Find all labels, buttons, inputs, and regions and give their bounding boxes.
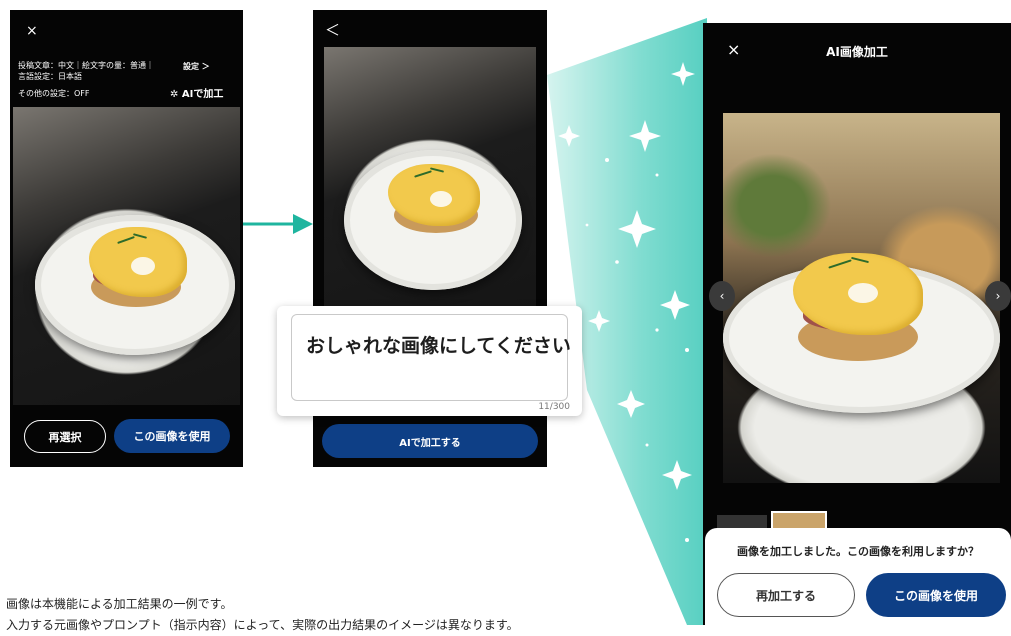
screen-title: AI画像加工: [826, 45, 888, 59]
processed-photo: [723, 113, 1000, 483]
ai-edit-label: AIで加工: [181, 89, 224, 100]
reselect-button[interactable]: 再選択: [24, 420, 106, 453]
confirm-sheet: 画像を加工しました。この画像を利用しますか？ 再加工する この画像を使用: [705, 528, 1011, 625]
phone-screen-original: × 投稿文章：中文｜絵文字の量：普通｜ 言語設定：日本語 その他の設定：OFF …: [10, 10, 243, 467]
original-photo: [324, 47, 536, 317]
original-photo: [13, 107, 240, 405]
poached-egg: [848, 283, 878, 303]
close-icon[interactable]: ×: [26, 24, 38, 38]
prompt-input[interactable]: おしゃれな画像にしてください: [291, 314, 571, 401]
next-image-button[interactable]: ›: [985, 281, 1011, 311]
arrow-right-icon: [243, 214, 313, 234]
caption-line1: 画像は本機能による加工結果の一例です。: [6, 597, 233, 611]
reprocess-button[interactable]: 再加工する: [717, 573, 855, 617]
ai-process-button[interactable]: AIで加工する: [322, 424, 538, 458]
magic-wand-icon: ✲: [170, 89, 179, 100]
settings-summary-line2: 言語設定：日本語: [18, 72, 82, 81]
prev-image-button[interactable]: ‹: [709, 281, 735, 311]
prompt-card: おしゃれな画像にしてください 11/300: [277, 306, 582, 416]
poached-egg: [131, 257, 155, 275]
settings-summary-line3: その他の設定：OFF: [18, 89, 90, 98]
caption-line2: 入力する元画像やプロンプト（指示内容）によって、実際の出力結果のイメージは異なり…: [6, 618, 519, 632]
use-image-button[interactable]: この画像を使用: [866, 573, 1006, 617]
settings-summary-line1: 投稿文章：中文｜絵文字の量：普通｜: [18, 61, 154, 70]
use-image-button[interactable]: この画像を使用: [114, 419, 230, 453]
back-icon[interactable]: ＜: [325, 23, 340, 38]
ai-edit-button[interactable]: ✲ AIで加工: [170, 85, 223, 100]
confirm-message: 画像を加工しました。この画像を利用しますか？: [737, 545, 979, 558]
disclaimer-caption: 画像は本機能による加工結果の一例です。 入力する元画像やプロンプト（指示内容）に…: [6, 594, 519, 636]
settings-link[interactable]: 設定 ＞: [183, 61, 210, 72]
character-counter: 11/300: [538, 402, 570, 412]
prompt-text: おしゃれな画像にしてください: [306, 335, 571, 357]
poached-egg: [430, 191, 452, 207]
